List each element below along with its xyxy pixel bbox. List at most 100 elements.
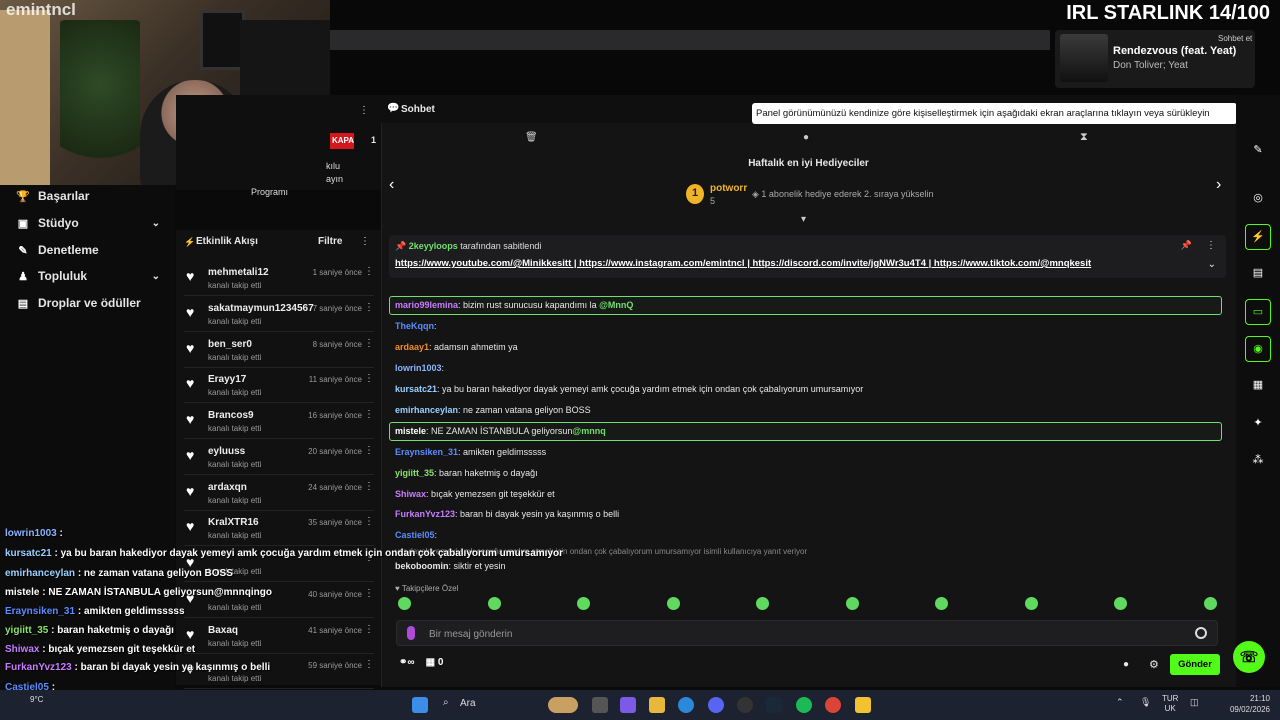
app-icon[interactable] (737, 697, 753, 713)
more-icon[interactable]: ⋮ (364, 445, 374, 456)
chat-icon[interactable]: ▭ (1245, 299, 1271, 325)
message-input[interactable]: Bir mesaj gönderin (396, 620, 1218, 646)
emote-icon[interactable] (1114, 597, 1127, 610)
top-gifter-name[interactable]: potworr (710, 183, 747, 194)
mic-icon[interactable]: 🎙 (1140, 697, 1151, 708)
nav-topluluk[interactable]: ♟ Topluluk ⌄ (16, 269, 166, 283)
more-icon[interactable]: ⋮ (360, 236, 370, 247)
gear-icon[interactable]: ⚙ (1149, 658, 1159, 671)
pinned-links[interactable]: https://www.youtube.com/@Minikkesitt | h… (395, 258, 1091, 269)
emote-icon[interactable] (666, 597, 680, 610)
emoji-icon[interactable] (1195, 627, 1207, 639)
chat-username[interactable]: kursatc21 (395, 384, 437, 394)
share-icon[interactable]: ⁂ (1245, 448, 1271, 474)
send-button[interactable]: Gönder (1170, 654, 1220, 675)
app-icon[interactable] (855, 697, 871, 713)
steam-icon[interactable] (766, 697, 782, 713)
wrench-icon[interactable]: ✦ (1245, 411, 1271, 437)
bolt-icon[interactable]: ⚡ (1245, 224, 1271, 250)
chat-settings-bubble-icon[interactable]: ● (1123, 659, 1129, 670)
trash-icon[interactable]: 🗑 (525, 132, 538, 143)
more-icon[interactable]: ⋮ (364, 302, 374, 313)
emote-icon[interactable] (1024, 597, 1038, 610)
more-icon[interactable]: ⋮ (364, 624, 374, 635)
document-icon[interactable]: ▤ (1245, 261, 1271, 287)
chat-mention[interactable]: @MnnQ (599, 300, 633, 310)
more-icon[interactable]: ⋮ (364, 338, 374, 349)
target-icon[interactable]: ◎ (1245, 186, 1271, 212)
chat-username[interactable]: Shiwax (395, 489, 426, 499)
chat-username[interactable]: emirhanceylan (395, 405, 458, 415)
search-icon[interactable]: ⌕ (443, 697, 449, 708)
network-icon[interactable]: ◫ (1190, 697, 1199, 708)
chat-username[interactable]: yigiitt_35 (395, 468, 434, 478)
gift-icon[interactable]: ▦ (426, 657, 435, 668)
chat-username[interactable]: ardaay1 (395, 342, 429, 352)
emote-icon[interactable] (756, 597, 769, 610)
emote-icon[interactable] (845, 597, 859, 610)
clock[interactable]: 21:10 09/02/2026 (1230, 693, 1270, 715)
chevron-left-icon[interactable]: ‹ (389, 176, 394, 194)
filter-button[interactable]: Filtre (318, 236, 342, 247)
follower-name[interactable]: sakatmaymun1234567 (208, 303, 314, 314)
chat-username[interactable]: mario99lemina (395, 300, 458, 310)
discord-icon[interactable] (708, 697, 724, 713)
chat-username[interactable]: TheKqqn (395, 321, 434, 331)
chat-username[interactable]: mistele (395, 426, 426, 436)
chat-username[interactable]: FurkanYvz123 (395, 509, 455, 519)
windows-start-icon[interactable] (412, 697, 428, 713)
chat-username[interactable]: Castiel05 (395, 530, 435, 540)
pin-icon[interactable]: 📌 (1181, 240, 1192, 251)
copilot-icon[interactable] (620, 697, 636, 713)
taskbar-search[interactable]: Ara (460, 698, 476, 709)
follower-name[interactable]: Baxaq (208, 625, 238, 636)
link-icon[interactable]: ⚭∞ (399, 657, 415, 668)
more-icon[interactable]: ⋮ (364, 409, 374, 420)
nav-studyo[interactable]: ▣ Stüdyo ⌄ (16, 216, 166, 230)
layers-icon[interactable]: ▦ (1245, 373, 1271, 399)
nav-droplar[interactable]: ▤ Droplar ve ödüller (16, 296, 166, 310)
more-icon[interactable]: ⋮ (359, 105, 369, 116)
weather-widget[interactable]: 9°C (30, 695, 43, 704)
more-icon[interactable]: ⋮ (364, 373, 374, 384)
more-icon[interactable]: ⋮ (364, 588, 374, 599)
more-icon[interactable]: ⋮ (1206, 240, 1216, 251)
emote-icon[interactable] (935, 597, 948, 610)
folder-icon[interactable] (649, 697, 665, 713)
follower-name[interactable]: ben_ser0 (208, 339, 252, 350)
chat-mention[interactable]: @mnnq (572, 426, 605, 436)
help-fab[interactable]: ☏ (1233, 641, 1265, 673)
follower-name[interactable]: mehmetali12 (208, 267, 269, 278)
more-icon[interactable]: ⋮ (364, 659, 374, 670)
collapse-icon[interactable]: ▾ (801, 214, 806, 225)
chat-bubble-icon[interactable]: ● (803, 132, 809, 143)
hourglass-icon[interactable]: ⧗ (1080, 131, 1088, 144)
emote-icon[interactable] (1203, 597, 1217, 610)
widget-icon[interactable] (548, 697, 578, 713)
nav-denetleme[interactable]: ✎ Denetleme (16, 243, 166, 257)
more-icon[interactable]: ⋮ (364, 481, 374, 492)
chrome-icon[interactable] (825, 697, 841, 713)
more-icon[interactable]: ⋮ (364, 266, 374, 277)
follower-name[interactable]: KralXTR16 (208, 517, 259, 528)
emote-icon[interactable] (487, 597, 501, 610)
spotify-icon[interactable] (796, 697, 812, 713)
follower-name[interactable]: Brancos9 (208, 410, 254, 421)
chat-username[interactable]: lowrin1003 (395, 363, 442, 373)
chevron-down-icon[interactable]: ⌄ (1208, 259, 1216, 270)
chevron-up-icon[interactable]: ⌃ (1116, 697, 1124, 708)
emote-icon[interactable] (398, 597, 411, 610)
edge-icon[interactable] (678, 697, 694, 713)
pencil-icon[interactable]: ✎ (1245, 138, 1271, 164)
emote-icon[interactable] (577, 597, 590, 610)
follower-name[interactable]: ardaxqn (208, 482, 247, 493)
task-view-icon[interactable] (592, 697, 608, 713)
follower-name[interactable]: Erayy17 (208, 374, 246, 385)
more-icon[interactable]: ⋮ (364, 516, 374, 527)
mic-icon[interactable] (407, 626, 415, 640)
follower-name[interactable]: eyluuss (208, 446, 245, 457)
language-indicator[interactable]: TUR UK (1162, 694, 1178, 714)
chat-username[interactable]: Eraynsiken_31 (395, 447, 458, 457)
sohbet-et-label[interactable]: Sohbet et (1218, 34, 1252, 43)
nav-basarilar[interactable]: 🏆 Başarılar (16, 189, 166, 203)
